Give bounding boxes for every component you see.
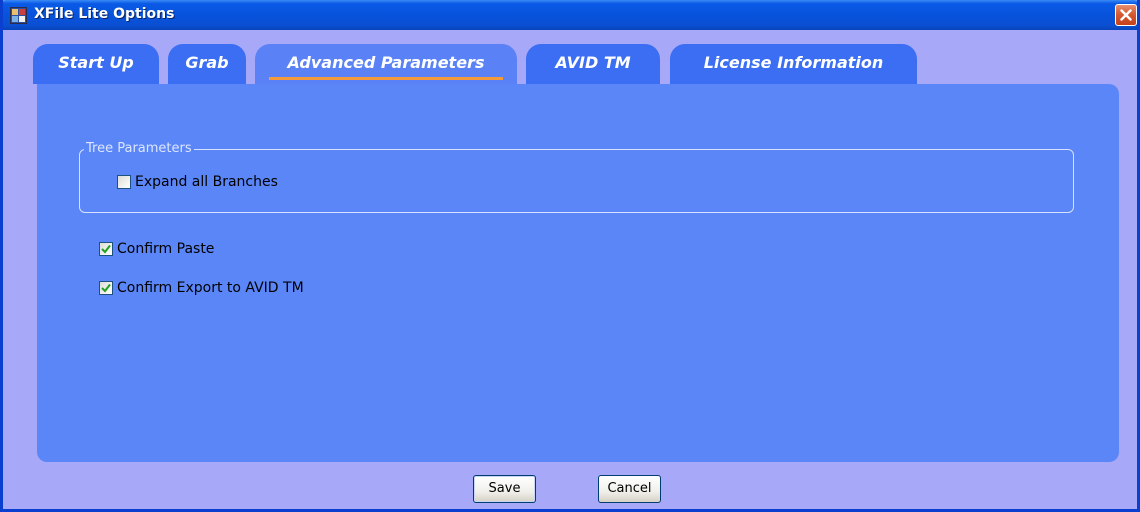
save-button[interactable]: Save [473, 475, 536, 503]
tab-grab[interactable]: Grab [168, 44, 246, 84]
tree-parameters-group: Tree Parameters Expand all Branches [79, 141, 1074, 213]
cancel-button[interactable]: Cancel [598, 475, 661, 503]
title-bar[interactable]: XFile Lite Options [3, 0, 1137, 30]
xfile-app-icon [10, 7, 27, 24]
tab-label: Advanced Parameters [287, 53, 485, 72]
checkbox-box[interactable] [99, 281, 113, 295]
tree-parameters-legend: Tree Parameters [84, 141, 194, 156]
close-button[interactable] [1115, 4, 1137, 26]
close-x-icon [1120, 9, 1132, 21]
tab-license-information[interactable]: License Information [670, 44, 917, 84]
options-dialog: XFile Lite Options Start Up Grab Advance… [0, 0, 1140, 512]
advanced-parameters-panel: Tree Parameters Expand all Branches Conf… [37, 84, 1119, 462]
tab-advanced-parameters[interactable]: Advanced Parameters [255, 44, 517, 84]
tab-avid-tm[interactable]: AVID TM [526, 44, 660, 84]
tab-label: Start Up [58, 53, 134, 72]
checkmark-icon [101, 283, 111, 293]
active-tab-indicator [269, 77, 503, 80]
tab-label: AVID TM [555, 53, 631, 72]
checkmark-icon [101, 244, 111, 254]
checkbox-label: Expand all Branches [135, 174, 278, 190]
checkbox-label: Confirm Export to AVID TM [117, 280, 304, 296]
tab-label: License Information [703, 53, 884, 72]
window-title: XFile Lite Options [34, 6, 175, 22]
checkbox-box[interactable] [117, 175, 131, 189]
tab-start-up[interactable]: Start Up [33, 44, 159, 84]
tab-label: Grab [185, 53, 229, 72]
checkbox-label: Confirm Paste [117, 241, 215, 257]
checkbox-box[interactable] [99, 242, 113, 256]
